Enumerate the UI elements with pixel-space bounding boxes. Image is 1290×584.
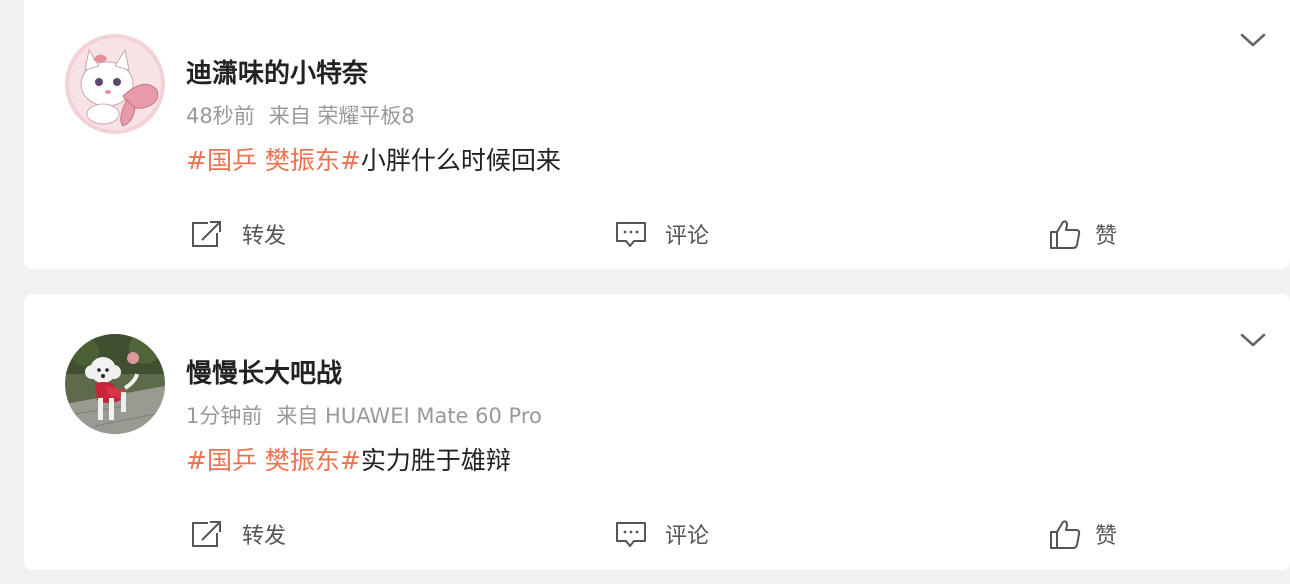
feed: 迪潇味的小特奈 48秒前 来自 荣耀平板8 #国乒 樊振东#小胖什么时候回来 转发	[24, 0, 1290, 584]
repost-button[interactable]: 转发	[190, 214, 286, 254]
comment-button[interactable]: 评论	[615, 514, 709, 554]
action-bar: 转发 评论 赞	[24, 514, 1290, 554]
repost-label: 转发	[242, 524, 287, 549]
like-button[interactable]: 赞	[1049, 514, 1117, 554]
post-time[interactable]: 48秒前	[186, 104, 255, 128]
chevron-down-icon[interactable]	[1238, 29, 1268, 51]
post-time[interactable]: 1分钟前	[186, 404, 262, 428]
repost-button[interactable]: 转发	[190, 514, 286, 554]
post-card: 迪潇味的小特奈 48秒前 来自 荣耀平板8 #国乒 樊振东#小胖什么时候回来 转发	[24, 0, 1290, 269]
post-card: 慢慢长大吧战 1分钟前 来自 HUAWEI Mate 60 Pro #国乒 樊振东…	[24, 294, 1290, 570]
post-text: 实力胜于雄辩	[360, 446, 511, 475]
share-icon	[192, 521, 221, 547]
post-content: #国乒 樊振东#小胖什么时候回来	[186, 141, 561, 177]
comment-label: 评论	[665, 224, 710, 249]
thumbs-up-icon	[1050, 520, 1081, 549]
action-bar: 转发 评论 赞	[24, 214, 1290, 254]
post-source: 来自 荣耀平板8	[268, 104, 415, 128]
share-icon	[192, 221, 221, 247]
post-text: 小胖什么时候回来	[360, 146, 561, 175]
post-meta: 48秒前 来自 荣耀平板8	[186, 100, 415, 130]
topic-link[interactable]: #国乒 樊振东#	[186, 446, 361, 475]
like-label: 赞	[1095, 224, 1118, 249]
post-meta: 1分钟前 来自 HUAWEI Mate 60 Pro	[186, 400, 542, 430]
repost-label: 转发	[242, 224, 287, 249]
topic-link[interactable]: #国乒 樊振东#	[186, 146, 361, 175]
avatar[interactable]	[65, 334, 165, 434]
thumbs-up-icon	[1050, 220, 1081, 249]
avatar[interactable]	[65, 34, 165, 134]
chevron-down-icon[interactable]	[1238, 329, 1268, 351]
comment-icon	[616, 222, 646, 247]
comment-button[interactable]: 评论	[615, 214, 709, 254]
comment-label: 评论	[665, 524, 710, 549]
comment-icon	[616, 522, 646, 547]
like-label: 赞	[1095, 524, 1118, 549]
post-content: #国乒 樊振东#实力胜于雄辩	[186, 441, 511, 477]
username[interactable]: 迪潇味的小特奈	[186, 53, 368, 90]
like-button[interactable]: 赞	[1049, 214, 1117, 254]
post-source: 来自 HUAWEI Mate 60 Pro	[276, 404, 542, 428]
username[interactable]: 慢慢长大吧战	[186, 353, 342, 390]
